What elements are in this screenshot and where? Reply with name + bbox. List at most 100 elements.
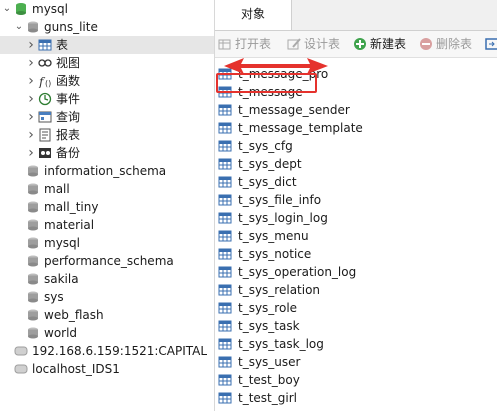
design-table-label: 设计表	[304, 37, 341, 51]
tree-item[interactable]: sys	[0, 288, 214, 306]
chevron-down-icon[interactable]: ⌄	[2, 0, 12, 18]
tree-item-label: sakila	[44, 272, 79, 286]
tree-item-label: mall	[44, 182, 70, 196]
import-icon	[485, 38, 497, 50]
tree-item[interactable]: mall	[0, 180, 214, 198]
table-icon	[218, 266, 232, 278]
tree-item[interactable]: 192.168.6.159:1521:CAPITAL	[0, 342, 214, 360]
tab-bar: 对象	[215, 0, 497, 31]
chevron-right-icon[interactable]: ›	[26, 54, 36, 72]
chevron-right-icon[interactable]: ›	[26, 144, 36, 162]
db-icon	[28, 201, 38, 213]
new-table-label: 新建表	[370, 37, 407, 51]
new-table-button[interactable]: 新建表	[353, 35, 406, 53]
tree-item-label: guns_lite	[44, 20, 98, 34]
tree-item[interactable]: › 事件	[0, 90, 214, 108]
tree-item-label: 报表	[56, 128, 81, 142]
table-icon	[218, 212, 232, 224]
table-icon	[218, 248, 232, 260]
table-icon	[218, 284, 232, 296]
table-icon	[218, 140, 232, 152]
db-icon	[28, 291, 38, 303]
tree-item[interactable]: mall_tiny	[0, 198, 214, 216]
server-icon	[14, 364, 28, 374]
tree-item-label: 备份	[56, 146, 81, 160]
view-icon	[38, 59, 52, 67]
tree-item[interactable]: › 查询	[0, 108, 214, 126]
table-icon	[218, 356, 232, 368]
chevron-right-icon[interactable]: ›	[26, 72, 36, 90]
db-icon	[28, 255, 38, 267]
design-table-icon	[287, 38, 301, 50]
delete-icon	[420, 38, 432, 50]
db-icon	[28, 21, 38, 33]
db-icon	[28, 273, 38, 285]
tree-item[interactable]: › 视图	[0, 54, 214, 72]
overflow-tool-button[interactable]	[485, 35, 497, 53]
tab-objects[interactable]: 对象	[215, 0, 292, 30]
tree-item-label: 查询	[56, 110, 81, 124]
table-name: t_sys_file_info	[238, 193, 322, 207]
add-icon	[354, 38, 366, 50]
table-icon	[218, 230, 232, 242]
tree-item[interactable]: › 表	[0, 36, 214, 54]
db-icon	[28, 327, 38, 339]
db-icon	[28, 237, 38, 249]
tree-item[interactable]: › 备份	[0, 144, 214, 162]
tree-item[interactable]: performance_schema	[0, 252, 214, 270]
tree-item-label: localhost_IDS1	[32, 362, 120, 376]
tree-item-label: 函数	[56, 74, 81, 88]
table-name: t_sys_task_log	[238, 337, 324, 351]
tree-item-label: 视图	[56, 56, 81, 70]
tree-item[interactable]: sakila	[0, 270, 214, 288]
chevron-right-icon[interactable]: ›	[26, 36, 36, 54]
tree-item-label: information_schema	[44, 164, 167, 178]
table-icon	[218, 122, 232, 134]
table-name: t_sys_relation	[238, 283, 321, 297]
delete-table-button[interactable]: 删除表	[419, 35, 472, 53]
tree-item[interactable]: world	[0, 324, 214, 342]
tree-item[interactable]: material	[0, 216, 214, 234]
table-icon	[218, 374, 232, 386]
table-name: t_sys_operation_log	[238, 265, 357, 279]
tree-item[interactable]: › f() 函数	[0, 72, 214, 90]
conn-icon	[16, 3, 26, 15]
double-arrow-annotation	[224, 58, 328, 74]
event-icon	[38, 92, 52, 106]
tree-item[interactable]: ⌄ mysql	[0, 0, 214, 18]
table-icon	[218, 302, 232, 314]
tree-item-label: world	[44, 326, 78, 340]
tree-item[interactable]: › 报表	[0, 126, 214, 144]
table-name: t_sys_role	[238, 301, 298, 315]
db-icon	[28, 219, 38, 231]
tab-objects-label: 对象	[240, 7, 265, 21]
chevron-right-icon[interactable]: ›	[26, 108, 36, 126]
open-table-button[interactable]: 打开表	[218, 35, 271, 53]
table-name: t_test_girl	[238, 391, 297, 405]
table-name: t_sys_user	[238, 355, 301, 369]
tree-item[interactable]: ⌄ guns_lite	[0, 18, 214, 36]
tree-item-label: sys	[44, 290, 64, 304]
svg-text:(): ()	[45, 79, 51, 88]
tree-item[interactable]: web_flash	[0, 306, 214, 324]
object-toolbar: 打开表 设计表 新建表 删除表	[215, 31, 497, 58]
chevron-right-icon[interactable]: ›	[26, 126, 36, 144]
table-name: t_test_boy	[238, 373, 300, 387]
table-name: t_message_sender	[238, 103, 350, 117]
table-name: t_sys_dept	[238, 157, 302, 171]
tree-item[interactable]: information_schema	[0, 162, 214, 180]
tree-item[interactable]: localhost_IDS1	[0, 360, 214, 378]
tree-item-label: 表	[56, 38, 69, 52]
tree-item-label: mysql	[32, 2, 68, 16]
tree-item-label: performance_schema	[44, 254, 174, 268]
tree-item-label: web_flash	[44, 308, 104, 322]
table-name: t_sys_login_log	[238, 211, 328, 225]
tree-item-label: mall_tiny	[44, 200, 99, 214]
table-name: t_sys_cfg	[238, 139, 293, 153]
table-name: t_sys_notice	[238, 247, 312, 261]
tree-item[interactable]: mysql	[0, 234, 214, 252]
tree-item-label: 事件	[56, 92, 81, 106]
design-table-button[interactable]: 设计表	[287, 35, 340, 53]
chevron-down-icon[interactable]: ⌄	[14, 18, 24, 36]
chevron-right-icon[interactable]: ›	[26, 90, 36, 108]
